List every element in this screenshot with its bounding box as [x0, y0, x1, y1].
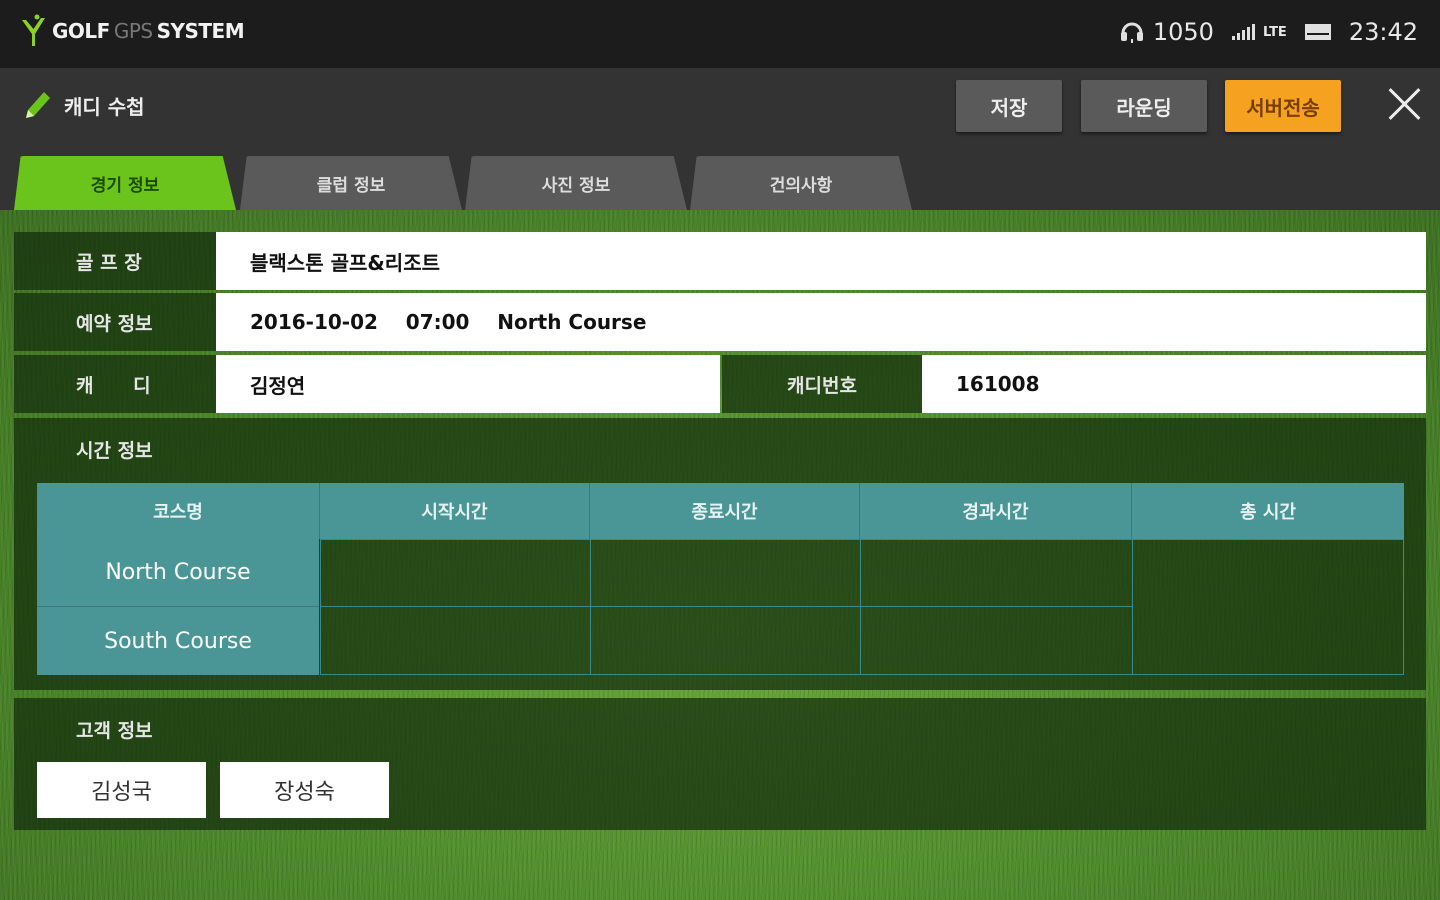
table-header-elapsed: 경과시간	[860, 483, 1132, 539]
mail-icon	[1304, 24, 1331, 40]
page-title-text: 캐디 수첩	[64, 94, 145, 119]
tab-club-info[interactable]: 클럽 정보	[240, 156, 462, 210]
tab-bar: 경기 정보 클럽 정보 사진 정보 건의사항	[0, 156, 1440, 210]
toolbar: 캐디 수첩 저장 라운딩 서버전송	[0, 68, 1440, 156]
save-button[interactable]: 저장	[956, 80, 1062, 132]
south-end-cell[interactable]	[590, 606, 861, 675]
time-info-title: 시간 정보	[76, 440, 153, 462]
customer-info-title: 고객 정보	[76, 720, 153, 742]
brand-golf: GOLF	[52, 19, 110, 43]
north-start-cell[interactable]	[320, 539, 591, 607]
brand-gps: GPS	[113, 19, 153, 43]
south-start-cell[interactable]	[320, 606, 591, 675]
tab-photo-info[interactable]: 사진 정보	[465, 156, 687, 210]
reservation-value: 2016-10-02 07:00 North Course	[216, 293, 1426, 351]
tab-game-info[interactable]: 경기 정보	[14, 156, 236, 210]
caddy-label: 캐 디	[76, 374, 151, 397]
network-type: LTE	[1262, 24, 1287, 40]
course-value: 블랙스톤 골프&리조트	[216, 232, 1426, 290]
caddy-number-value: 161008	[922, 355, 1426, 413]
score-text: 1050	[1152, 18, 1214, 46]
reservation-label: 예약 정보	[76, 312, 153, 335]
time-table: 코스명 시작시간 종료시간 경과시간 총 시간 North Course Sou…	[37, 483, 1404, 677]
rounding-button[interactable]: 라운딩	[1081, 80, 1207, 132]
golf-logo-icon	[20, 14, 46, 48]
table-header-course: 코스명	[37, 483, 320, 539]
table-header-end: 종료시간	[590, 483, 860, 539]
table-row-south-course: South Course	[37, 607, 319, 675]
close-icon[interactable]	[1386, 86, 1422, 122]
network-indicator: LTE	[1231, 24, 1287, 40]
headset-icon	[1120, 22, 1143, 43]
clock: 23:42	[1348, 18, 1418, 46]
tab-suggestions[interactable]: 건의사항	[690, 156, 912, 210]
score-indicator: 1050	[1119, 18, 1214, 46]
brand-logo: GOLF GPS SYSTEM	[20, 14, 245, 48]
caddy-number-label: 캐디번호	[787, 374, 857, 397]
caddy-value: 김정연	[216, 355, 720, 413]
south-elapsed-cell[interactable]	[860, 606, 1133, 675]
north-end-cell[interactable]	[590, 539, 861, 607]
table-row-north-course: North Course	[37, 539, 319, 607]
table-header-total: 총 시간	[1132, 483, 1404, 539]
table-header-start: 시작시간	[320, 483, 590, 539]
pencil-icon	[26, 92, 50, 118]
course-label: 골 프 장	[76, 251, 142, 274]
north-elapsed-cell[interactable]	[860, 539, 1133, 607]
total-time-cell[interactable]	[1132, 539, 1404, 675]
signal-icon	[1231, 24, 1255, 40]
server-send-button[interactable]: 서버전송	[1225, 80, 1341, 132]
customer-button[interactable]: 김성국	[37, 762, 206, 818]
status-bar: GOLF GPS SYSTEM 1050 LTE 23:42	[0, 0, 1440, 68]
page-title: 캐디 수첩	[22, 88, 145, 122]
brand-system: SYSTEM	[156, 19, 245, 43]
customer-button[interactable]: 장성숙	[220, 762, 389, 818]
